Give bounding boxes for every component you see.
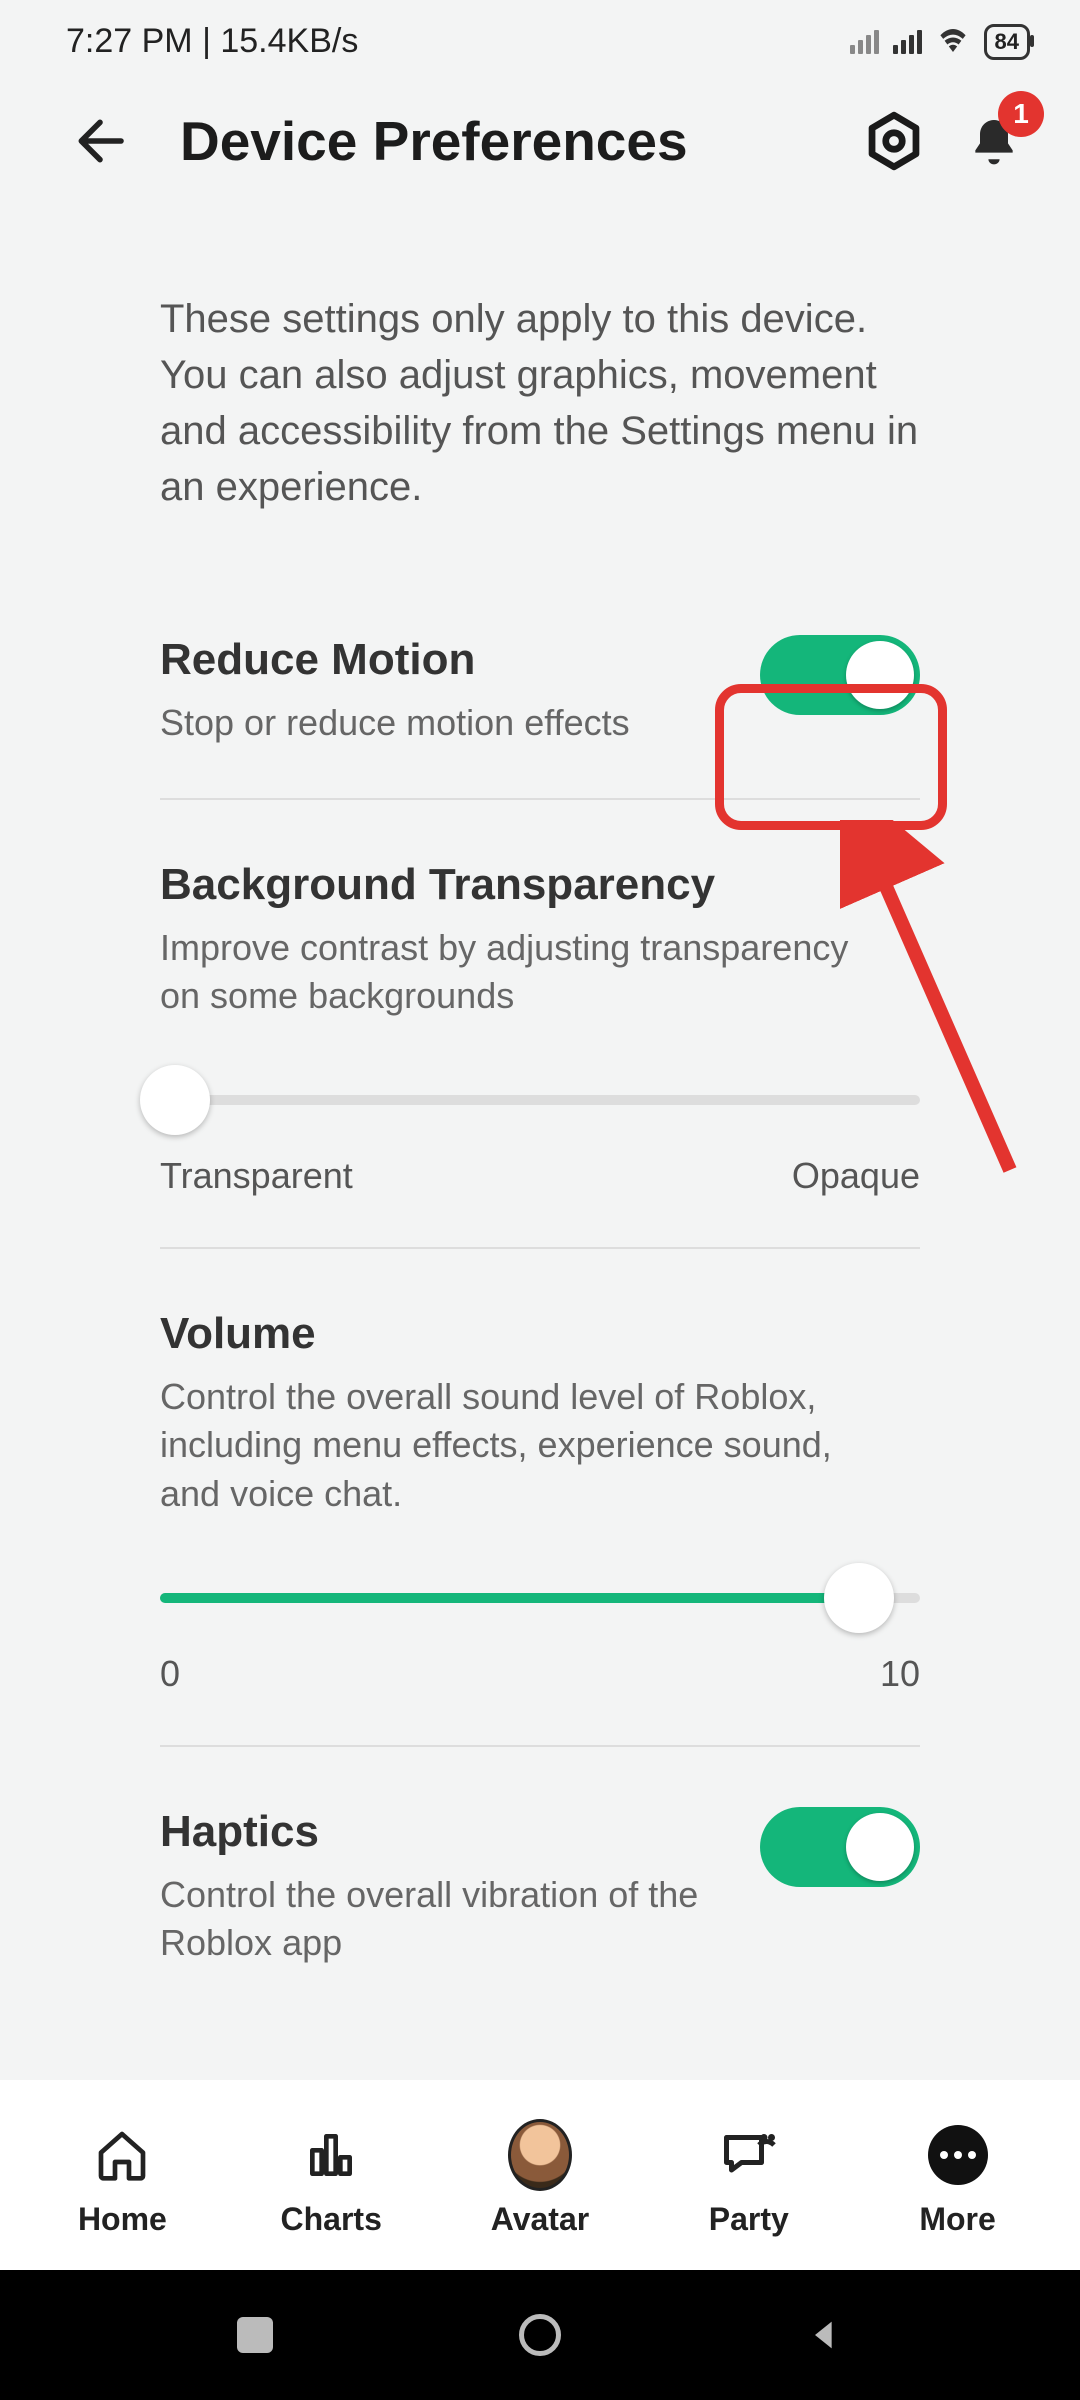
signal-2-icon <box>893 30 922 54</box>
nav-party[interactable]: Party <box>659 2123 839 2238</box>
sys-recent-button[interactable] <box>225 2305 285 2365</box>
signal-1-icon <box>850 30 879 54</box>
sys-back-button[interactable] <box>795 2305 855 2365</box>
bg-transparency-title: Background Transparency <box>160 860 920 910</box>
nav-charts[interactable]: Charts <box>241 2123 421 2238</box>
notification-badge: 1 <box>998 91 1044 137</box>
page-title: Device Preferences <box>140 109 834 173</box>
status-bar: 7:27 PM | 15.4KB/s 84 <box>0 0 1080 71</box>
volume-desc: Control the overall sound level of Roblo… <box>160 1373 900 1519</box>
nav-charts-label: Charts <box>281 2201 382 2238</box>
sys-home-button[interactable] <box>510 2305 570 2365</box>
nav-more[interactable]: More <box>868 2123 1048 2238</box>
battery-level: 84 <box>995 29 1019 55</box>
nav-home-label: Home <box>78 2201 167 2238</box>
reduce-motion-desc: Stop or reduce motion effects <box>160 699 630 748</box>
party-icon <box>717 2123 781 2187</box>
nav-home[interactable]: Home <box>32 2123 212 2238</box>
more-icon <box>926 2123 990 2187</box>
haptics-desc: Control the overall vibration of the Rob… <box>160 1871 760 1968</box>
volume-min-label: 0 <box>160 1653 180 1695</box>
bottom-nav: Home Charts Avatar Party More <box>0 2080 1080 2270</box>
nav-party-label: Party <box>709 2201 789 2238</box>
nav-avatar[interactable]: Avatar <box>450 2123 630 2238</box>
nav-avatar-label: Avatar <box>491 2201 589 2238</box>
avatar-icon <box>508 2123 572 2187</box>
bg-transparency-min-label: Transparent <box>160 1155 353 1197</box>
charts-icon <box>299 2123 363 2187</box>
volume-max-label: 10 <box>880 1653 920 1695</box>
reduce-motion-title: Reduce Motion <box>160 635 630 685</box>
notifications-button[interactable]: 1 <box>954 101 1034 181</box>
volume-title: Volume <box>160 1309 920 1359</box>
robux-icon-button[interactable] <box>854 101 934 181</box>
battery-icon: 84 <box>984 24 1030 60</box>
volume-slider[interactable] <box>160 1565 920 1625</box>
reduce-motion-toggle[interactable] <box>760 635 920 715</box>
bg-transparency-max-label: Opaque <box>792 1155 920 1197</box>
back-button[interactable] <box>60 101 140 181</box>
intro-text: These settings only apply to this device… <box>160 291 920 515</box>
bg-transparency-desc: Improve contrast by adjusting transparen… <box>160 924 880 1021</box>
nav-more-label: More <box>919 2201 995 2238</box>
bg-transparency-slider[interactable] <box>160 1067 920 1127</box>
wifi-icon <box>936 22 970 61</box>
haptics-title: Haptics <box>160 1807 760 1857</box>
home-icon <box>90 2123 154 2187</box>
status-time: 7:27 PM | 15.4KB/s <box>66 22 358 61</box>
system-nav <box>0 2270 1080 2400</box>
haptics-toggle[interactable] <box>760 1807 920 1887</box>
